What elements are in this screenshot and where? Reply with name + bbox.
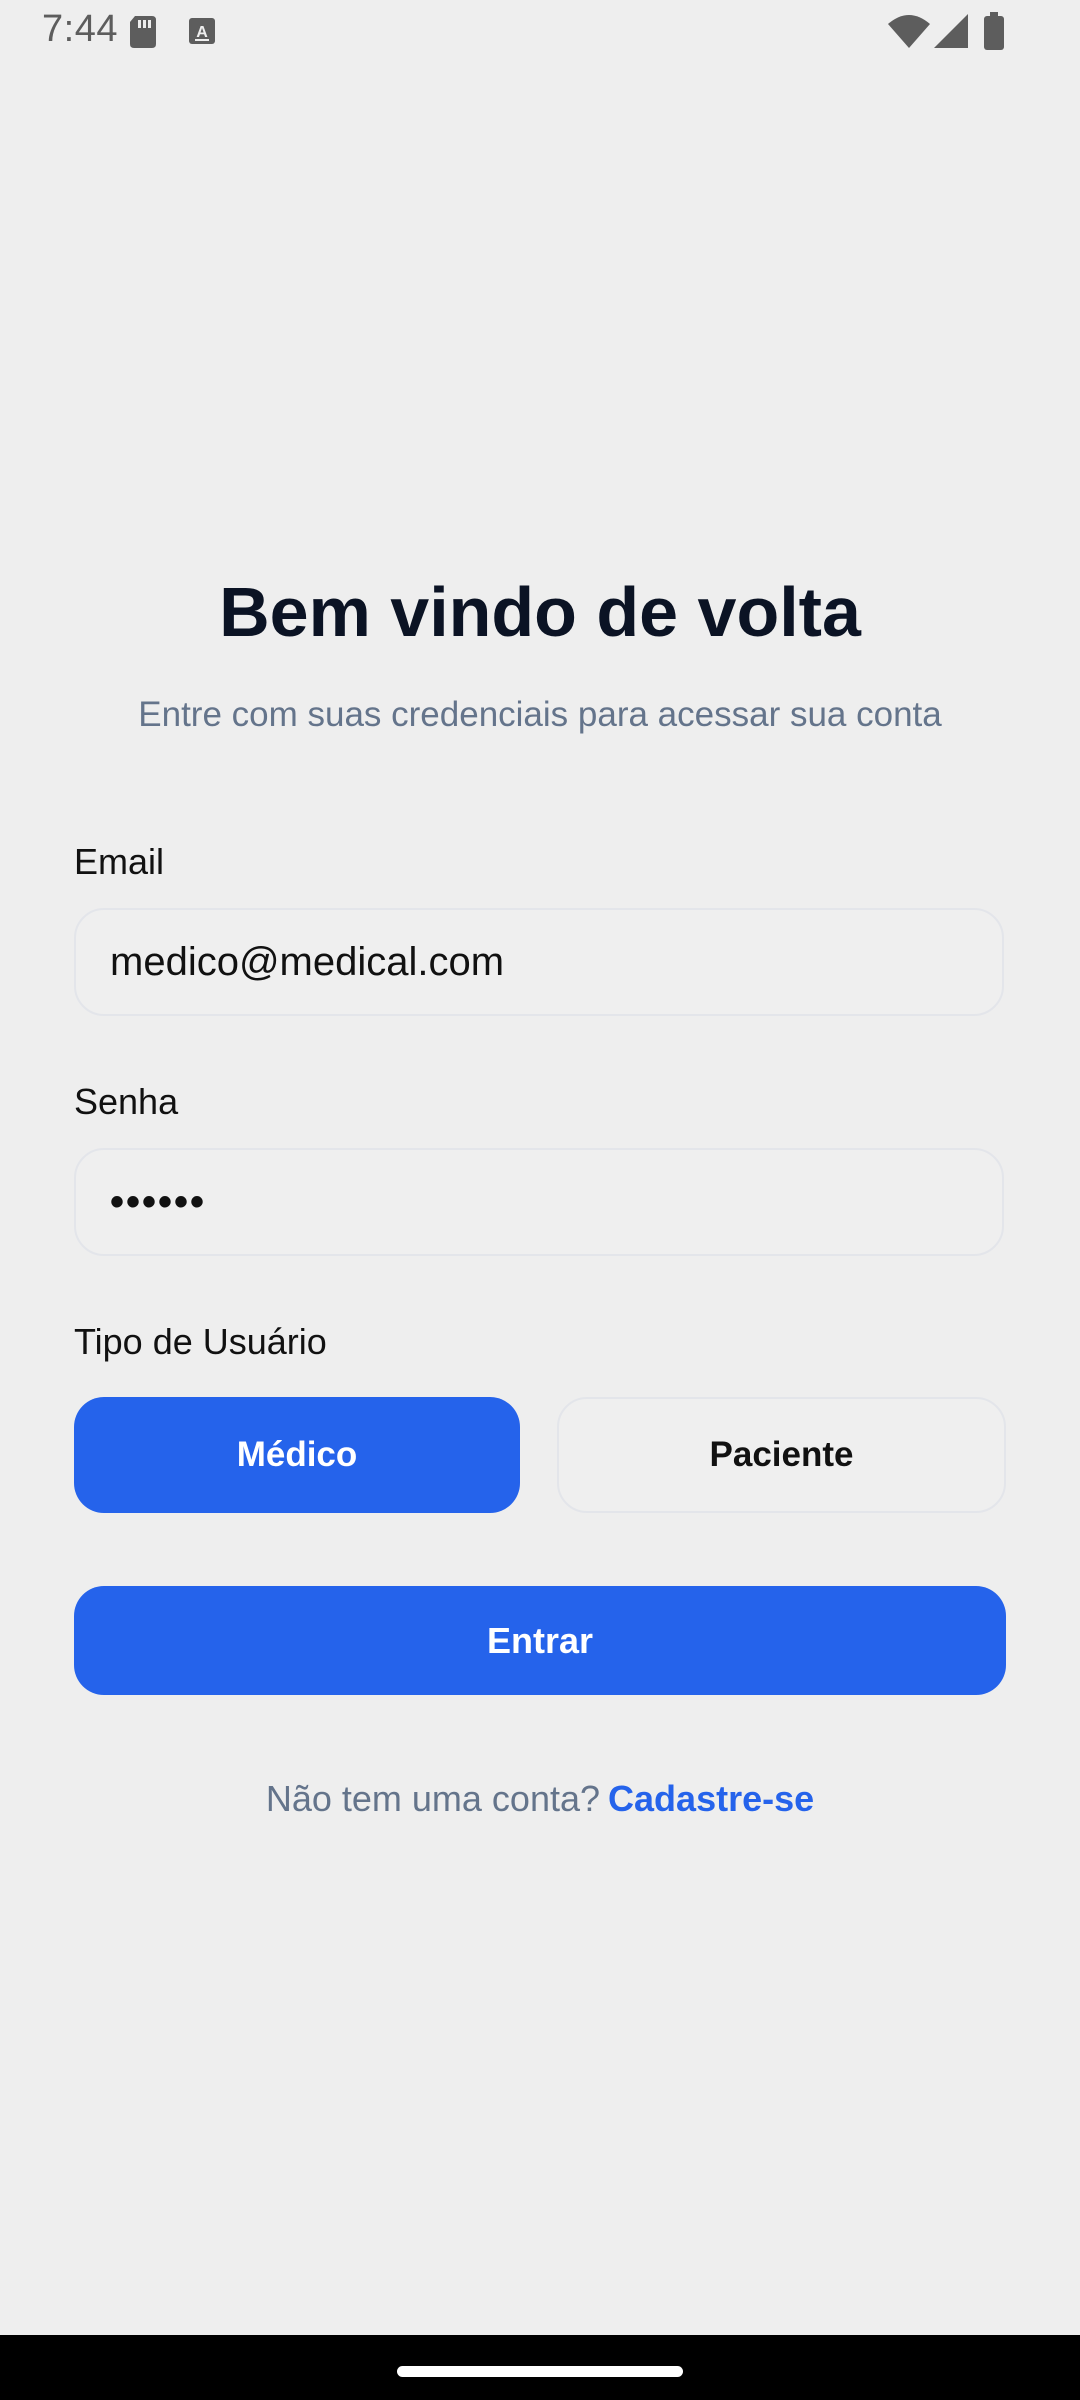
user-type-paciente-label: Paciente [709, 1435, 854, 1474]
signal-icon [934, 14, 968, 48]
home-indicator[interactable] [397, 2366, 683, 2377]
email-label: Email [74, 841, 165, 882]
user-type-medico-label: Médico [236, 1435, 358, 1474]
password-label: Senha [74, 1081, 179, 1122]
user-type-label: Tipo de Usuário [74, 1321, 327, 1362]
user-type-medico-button[interactable]: Médico [74, 1397, 520, 1513]
wifi-icon [888, 15, 930, 48]
login-button[interactable]: Entrar [74, 1586, 1006, 1695]
a-icon: A [189, 18, 215, 44]
signup-prompt: Não tem uma conta? [265, 1778, 601, 1819]
status-bar: 7:44 A [0, 0, 1080, 64]
page-subtitle: Entre com suas credenciais para acessar … [138, 695, 942, 734]
user-type-paciente-button[interactable]: Paciente [557, 1397, 1006, 1513]
email-value: medico@medical.com [110, 939, 505, 984]
signup-row: Não tem uma conta? Cadastre-se [0, 1774, 1080, 1824]
system-navigation-bar [0, 2335, 1080, 2400]
battery-icon [984, 12, 1004, 50]
sd-card-icon [130, 16, 156, 48]
login-screen: 7:44 A Bem vindo de volta Entre com suas… [0, 0, 1080, 2400]
status-time: 7:44 [42, 8, 118, 50]
page-title: Bem vindo de volta [219, 573, 861, 651]
svg-text:A: A [196, 24, 208, 41]
password-value: •••••• [110, 1179, 207, 1224]
login-button-label: Entrar [486, 1619, 594, 1661]
email-field[interactable]: medico@medical.com [74, 908, 1004, 1016]
password-field[interactable]: •••••• [74, 1148, 1004, 1256]
signup-link[interactable]: Cadastre-se [608, 1778, 814, 1819]
